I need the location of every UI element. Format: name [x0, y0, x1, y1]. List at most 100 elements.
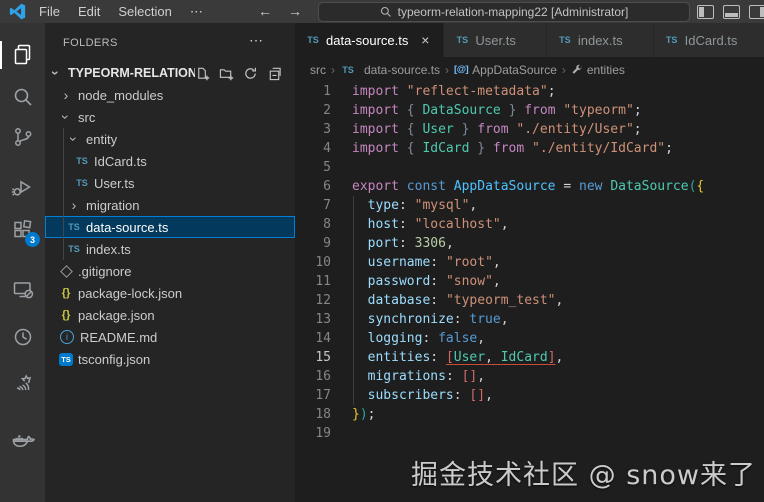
code-line-12[interactable]: database: "typeorm_test", [352, 291, 764, 310]
code-line-5[interactable] [352, 158, 764, 177]
tree-item-label: IdCard.ts [94, 153, 147, 169]
typescript-file-icon: TS [76, 156, 88, 166]
code-line-7[interactable]: type: "mysql", [352, 196, 764, 215]
code-line-13[interactable]: synchronize: true, [352, 310, 764, 329]
typescript-file-icon: TS [665, 35, 678, 45]
tree-item-README.md[interactable]: i README.md [45, 326, 295, 348]
close-icon[interactable]: × [417, 32, 433, 48]
code-line-9[interactable]: port: 3306, [352, 234, 764, 253]
line-number: 12 [315, 293, 331, 308]
line-number-gutter: 1 2 3 4 5 6 7 8 9 10 11 12 13 14 15 16 17 18 19 [295, 82, 331, 443]
code-line-3[interactable]: import { User } from "./entity/User"; [352, 120, 764, 139]
typescript-file-icon: TS [456, 35, 469, 45]
tree-indent-guide [63, 128, 64, 260]
code-line-2[interactable]: import { DataSource } from "typeorm"; [352, 101, 764, 120]
typescript-file-icon: TS [76, 178, 88, 188]
vscode-logo-icon [9, 3, 26, 20]
activity-bar: 3 [0, 23, 45, 502]
more-actions-icon[interactable]: ⋯ [249, 32, 263, 49]
tree-item-User.ts[interactable]: TS User.ts [45, 172, 295, 194]
tree-item-package-lock.json[interactable]: {} package-lock.json [45, 282, 295, 304]
menu-file[interactable]: File [30, 0, 69, 23]
chevron-down-icon: › [58, 114, 74, 120]
remote-explorer-icon[interactable] [0, 267, 45, 313]
command-center-search[interactable]: typeorm-relation-mapping22 [Administrato… [318, 2, 690, 22]
source-control-icon[interactable] [0, 114, 45, 160]
breadcrumb-item-AppDataSource[interactable]: [@] AppDataSource [454, 63, 557, 77]
code-line-4[interactable]: import { IdCard } from "./entity/IdCard"… [352, 139, 764, 158]
collapse-all-icon[interactable] [267, 66, 282, 81]
code-line-8[interactable]: host: "localhost", [352, 215, 764, 234]
new-file-icon[interactable] [195, 66, 210, 81]
toggle-panel-icon[interactable] [723, 4, 740, 19]
code-line-16[interactable]: migrations: [], [352, 367, 764, 386]
toggle-secondary-sidebar-icon[interactable] [749, 4, 764, 19]
tree-item-entity[interactable]: › entity [45, 128, 295, 150]
code-line-15[interactable]: entities: [User, IdCard], [352, 348, 764, 367]
code-line-10[interactable]: username: "root", [352, 253, 764, 272]
breadcrumb: src › TS data-source.ts › [@] AppDataSource › en… [295, 57, 764, 82]
tab-label: User.ts [475, 32, 516, 48]
menu-bar: File Edit Selection ⋯ [30, 0, 212, 23]
code-line-19[interactable] [352, 424, 764, 443]
code-content: import "reflect-metadata"; import { DataS… [352, 82, 764, 443]
explorer-icon[interactable] [0, 32, 45, 78]
code-line-14[interactable]: logging: false, [352, 329, 764, 348]
tree-item-label: entity [86, 131, 118, 147]
tree-item-label: node_modules [78, 87, 164, 103]
breadcrumb-label: src [310, 62, 326, 77]
extensions-icon[interactable]: 3 [0, 207, 45, 253]
tree-item-IdCard.ts[interactable]: TS IdCard.ts [45, 150, 295, 172]
clock-icon[interactable] [0, 314, 45, 360]
refresh-icon[interactable] [243, 66, 258, 81]
new-folder-icon[interactable] [219, 66, 234, 81]
tree-item-package.json[interactable]: {} package.json [45, 304, 295, 326]
breadcrumb-item-src[interactable]: src [310, 63, 326, 77]
tree-item-.gitignore[interactable]: .gitignore [45, 260, 295, 282]
tree-item-node_modules[interactable]: › node_modules [45, 84, 295, 106]
menu-edit[interactable]: Edit [69, 0, 109, 23]
nav-back-button[interactable]: ← [253, 0, 277, 23]
tree-item-tsconfig.json[interactable]: TS tsconfig.json [45, 348, 295, 370]
tab-label: index.ts [577, 32, 623, 48]
line-number: 5 [323, 160, 331, 175]
tree-item-label: src [78, 109, 96, 125]
breadcrumb-item-entities[interactable]: entities [571, 63, 625, 77]
tab-IdCard.ts[interactable]: TS IdCard.ts [653, 23, 764, 57]
tree-item-label: README.md [80, 329, 158, 345]
tree-item-src[interactable]: › src [45, 106, 295, 128]
tree-root-folder[interactable]: › TYPEORM-RELATION-... [45, 62, 295, 84]
line-number: 11 [315, 274, 331, 289]
file-tree: › node_modules › src › entity TS IdCard.ts TS Use… [45, 84, 295, 370]
breadcrumb-item-data-source.ts[interactable]: TS data-source.ts [340, 63, 440, 77]
code-line-6[interactable]: export const AppDataSource = new DataSou… [352, 177, 764, 196]
tree-item-data-source.ts[interactable]: TS data-source.ts [45, 216, 295, 238]
menu-selection[interactable]: Selection [109, 0, 180, 23]
tree-item-migration[interactable]: › migration [45, 194, 295, 216]
tab-User.ts[interactable]: TS User.ts [444, 23, 547, 57]
toggle-sidebar-icon[interactable] [697, 4, 714, 19]
json-file-icon: {} [61, 287, 71, 299]
code-line-11[interactable]: password: "snow", [352, 272, 764, 291]
run-and-debug-icon[interactable] [0, 164, 45, 210]
docker-icon[interactable] [0, 417, 45, 463]
tree-item-label: User.ts [94, 175, 135, 191]
line-number: 2 [323, 103, 331, 118]
tree-item-index.ts[interactable]: TS index.ts [45, 238, 295, 260]
title-bar: File Edit Selection ⋯ ← → typeorm-relation-… [0, 0, 764, 23]
tab-data-source.ts[interactable]: TS data-source.ts × [295, 23, 445, 57]
breadcrumb-separator: › [331, 62, 335, 77]
chevron-down-icon: › [48, 70, 64, 76]
code-line-18[interactable]: }); [352, 405, 764, 424]
line-number: 17 [315, 388, 331, 403]
nav-forward-button[interactable]: → [283, 0, 307, 23]
tab-index.ts[interactable]: TS index.ts [546, 23, 654, 57]
line-number: 14 [315, 331, 331, 346]
menu-more-icon[interactable]: ⋯ [181, 0, 212, 23]
typescript-file-icon: TS [342, 64, 354, 75]
hand-icon[interactable] [0, 360, 45, 406]
line-number: 9 [323, 236, 331, 251]
code-line-1[interactable]: import "reflect-metadata"; [352, 82, 764, 101]
line-number: 8 [323, 217, 331, 232]
code-line-17[interactable]: subscribers: [], [352, 386, 764, 405]
